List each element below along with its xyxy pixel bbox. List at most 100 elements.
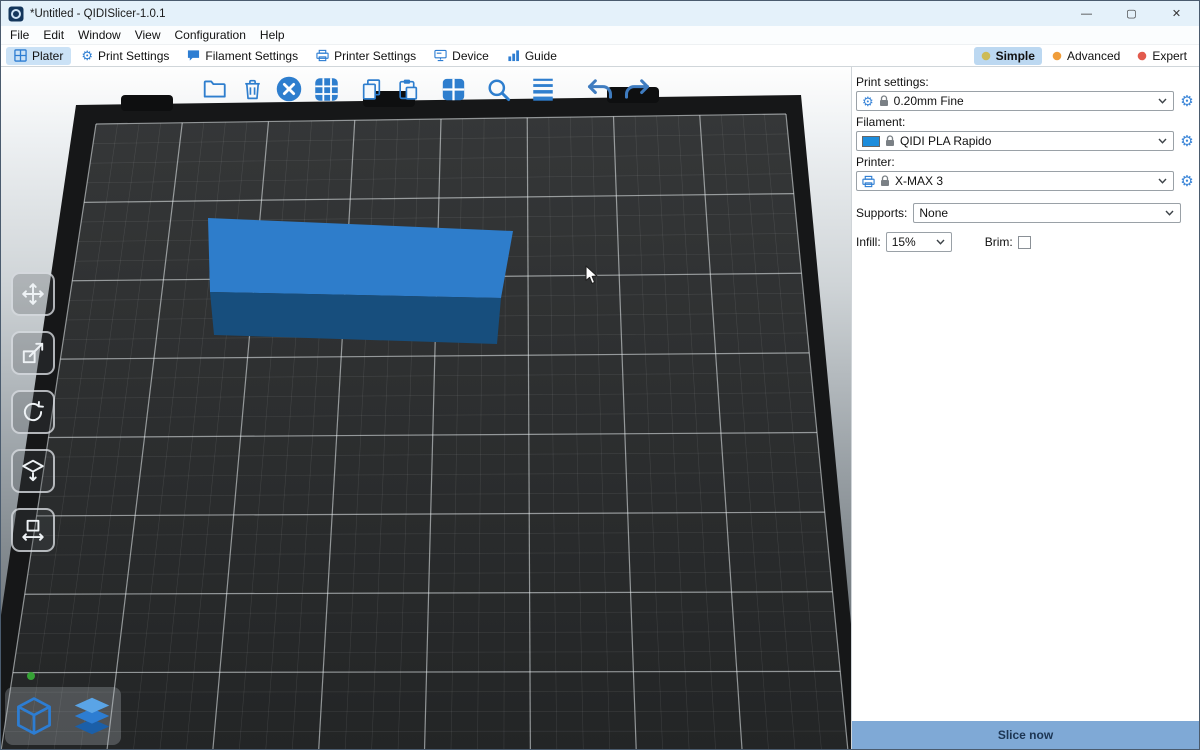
chevron-down-icon	[1158, 178, 1167, 184]
rotate-tool-button[interactable]	[11, 390, 55, 434]
print-settings-value: 0.20mm Fine	[894, 94, 1153, 108]
printer-label: Printer:	[856, 155, 1195, 169]
brim-checkbox[interactable]	[1018, 236, 1031, 249]
print-bed	[1, 67, 851, 749]
delete-all-icon	[275, 75, 303, 103]
print-settings-gear-button[interactable]: ⚙	[1179, 94, 1195, 109]
simple-mode-dot	[981, 51, 991, 61]
redo-button[interactable]	[619, 71, 655, 107]
place-on-face-tool-button[interactable]	[11, 449, 55, 493]
redo-icon	[623, 75, 651, 103]
chevron-down-icon	[1158, 138, 1167, 144]
model-object[interactable]	[208, 218, 513, 344]
preview-button[interactable]	[67, 691, 117, 741]
infill-value: 15%	[892, 235, 931, 249]
mode-simple[interactable]: Simple	[974, 47, 1042, 65]
layer-height-icon	[530, 76, 556, 102]
printer-settings-icon	[316, 49, 329, 62]
menu-file[interactable]: File	[3, 28, 36, 42]
supports-value: None	[919, 206, 1160, 220]
left-toolbar	[11, 272, 55, 552]
print-settings-select[interactable]: ⚙ 0.20mm Fine	[856, 91, 1174, 111]
titlebar: *Untitled - QIDISlicer-1.0.1 — ▢ ✕	[1, 1, 1199, 26]
copy-button[interactable]	[353, 71, 389, 107]
tab-printer-settings[interactable]: Printer Settings	[308, 47, 424, 65]
delete-all-button[interactable]	[271, 71, 307, 107]
brim-label: Brim:	[985, 235, 1013, 249]
advanced-mode-dot	[1052, 51, 1062, 61]
mirror-tool-button[interactable]	[11, 508, 55, 552]
tab-device[interactable]: Device	[426, 47, 497, 65]
trash-icon	[240, 77, 265, 102]
filament-gear-button[interactable]: ⚙	[1179, 134, 1195, 149]
chevron-down-icon	[936, 239, 945, 245]
mode-label: Advanced	[1067, 49, 1120, 63]
viewport-toolbar	[197, 71, 655, 107]
filament-select[interactable]: QIDI PLA Rapido	[856, 131, 1174, 151]
menu-view[interactable]: View	[128, 28, 168, 42]
variable-layer-height-button[interactable]	[525, 71, 561, 107]
tab-guide[interactable]: Guide	[499, 47, 565, 65]
lock-icon	[885, 135, 895, 147]
move-icon	[20, 281, 46, 307]
mode-advanced[interactable]: Advanced	[1045, 47, 1127, 65]
filament-settings-icon	[187, 49, 200, 62]
lock-icon	[880, 175, 890, 187]
rotate-icon	[20, 399, 46, 425]
filament-value: QIDI PLA Rapido	[900, 134, 1153, 148]
cube-3d-icon	[12, 694, 56, 738]
split-icon	[440, 76, 467, 103]
minimize-button[interactable]: —	[1064, 1, 1109, 26]
delete-button[interactable]	[234, 71, 270, 107]
paste-icon	[396, 77, 421, 102]
menu-edit[interactable]: Edit	[36, 28, 71, 42]
tab-print-settings[interactable]: ⚙ Print Settings	[73, 47, 177, 65]
print-settings-icon: ⚙	[81, 49, 93, 62]
chevron-down-icon	[1165, 210, 1174, 216]
filament-color-swatch	[862, 136, 880, 147]
mode-expert[interactable]: Expert	[1130, 47, 1194, 65]
paste-button[interactable]	[390, 71, 426, 107]
supports-label: Supports:	[856, 206, 907, 220]
tab-filament-settings[interactable]: Filament Settings	[179, 47, 306, 65]
print-settings-label: Print settings:	[856, 75, 1195, 89]
model-top-face	[208, 218, 513, 298]
tab-plater[interactable]: Plater	[6, 47, 71, 65]
guide-icon	[507, 49, 520, 62]
place-on-face-icon	[20, 458, 46, 484]
scale-icon	[20, 340, 46, 366]
infill-select[interactable]: 15%	[886, 232, 952, 252]
model-front-face	[210, 292, 501, 344]
open-button[interactable]	[197, 71, 233, 107]
viewport-3d[interactable]	[1, 67, 851, 749]
printer-gear-button[interactable]: ⚙	[1179, 174, 1195, 189]
menu-help[interactable]: Help	[253, 28, 292, 42]
app-icon	[8, 6, 24, 22]
undo-button[interactable]	[582, 71, 618, 107]
move-tool-button[interactable]	[11, 272, 55, 316]
printer-value: X-MAX 3	[895, 174, 1153, 188]
app-window: *Untitled - QIDISlicer-1.0.1 — ▢ ✕ File …	[0, 0, 1200, 750]
view-3d-button[interactable]	[9, 691, 59, 741]
undo-icon	[586, 75, 614, 103]
menubar: File Edit Window View Configuration Help	[1, 26, 1199, 45]
arrange-button[interactable]	[308, 71, 344, 107]
close-button[interactable]: ✕	[1154, 1, 1199, 26]
sidebar: Print settings: ⚙ 0.20mm Fine ⚙ Filament…	[851, 67, 1199, 749]
menu-window[interactable]: Window	[71, 28, 128, 42]
supports-select[interactable]: None	[913, 203, 1181, 223]
search-button[interactable]	[480, 71, 516, 107]
mouse-cursor	[585, 265, 598, 290]
view-switcher	[5, 687, 121, 745]
menu-configuration[interactable]: Configuration	[168, 28, 253, 42]
scale-tool-button[interactable]	[11, 331, 55, 375]
copy-icon	[359, 77, 384, 102]
printer-select[interactable]: X-MAX 3	[856, 171, 1174, 191]
tab-label: Device	[452, 49, 489, 63]
maximize-button[interactable]: ▢	[1109, 1, 1154, 26]
slice-now-button[interactable]: Slice now	[852, 721, 1199, 749]
tab-label: Print Settings	[98, 49, 169, 63]
bed-origin-marker	[27, 672, 35, 680]
mode-switcher: Simple Advanced Expert	[974, 47, 1194, 65]
split-button[interactable]	[435, 71, 471, 107]
